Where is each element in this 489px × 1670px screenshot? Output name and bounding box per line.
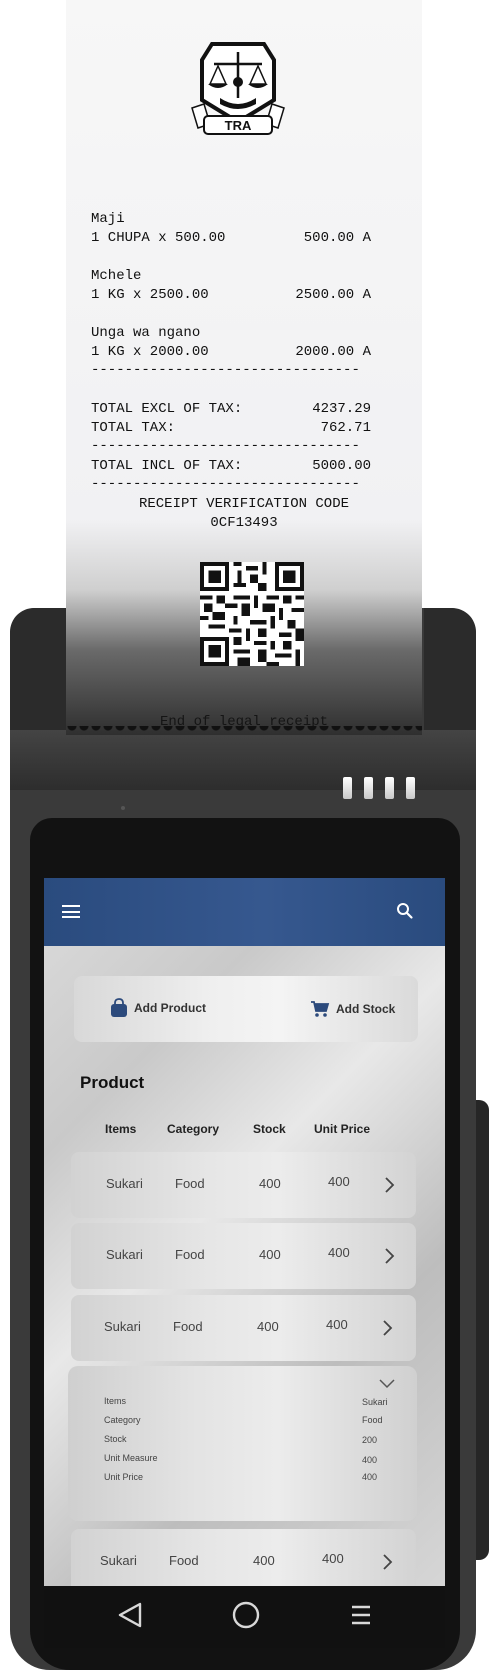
detail-label-items: Items bbox=[104, 1396, 127, 1406]
device-shoulder-left bbox=[10, 608, 68, 738]
chevron-right-icon[interactable] bbox=[382, 1319, 394, 1337]
column-header-items: Items bbox=[105, 1122, 137, 1136]
system-nav-bar bbox=[44, 1586, 445, 1648]
receipt-item-line: 1 KG x 2500.00 2500.00 A bbox=[91, 287, 371, 303]
app-screen: Add Product Add Stock Product Items Cate… bbox=[44, 878, 445, 1586]
recent-apps-icon[interactable] bbox=[346, 1600, 376, 1630]
chevron-right-icon[interactable] bbox=[382, 1553, 394, 1571]
receipt-item-qty: 1 CHUPA x 500.00 bbox=[91, 230, 226, 246]
svg-text:TRA: TRA bbox=[225, 118, 252, 133]
product-row[interactable]: Sukari Food 400 400 bbox=[71, 1295, 416, 1361]
receipt-item-line: 1 KG x 2000.00 2000.00 A bbox=[91, 344, 371, 360]
column-header-category: Category bbox=[167, 1122, 220, 1136]
detail-value-unit-price: 400 bbox=[362, 1472, 378, 1482]
detail-label-unit-price: Unit Price bbox=[104, 1472, 144, 1482]
row-category: Food bbox=[175, 1247, 205, 1262]
row-item: Sukari bbox=[104, 1319, 141, 1334]
total-excl-label: TOTAL EXCL OF TAX: bbox=[91, 401, 243, 417]
row-item: Sukari bbox=[106, 1247, 143, 1262]
receipt-total-incl: TOTAL INCL OF TAX: 5000.00 bbox=[91, 458, 371, 474]
receipt-item-name: Maji bbox=[91, 211, 125, 227]
verification-code: 0CF13493 bbox=[210, 515, 278, 531]
row-price: 400 bbox=[322, 1551, 344, 1566]
product-row[interactable]: Sukari Food 400 400 bbox=[71, 1529, 416, 1586]
row-price: 400 bbox=[326, 1317, 348, 1332]
home-icon[interactable] bbox=[231, 1600, 261, 1630]
shopping-bag-icon bbox=[111, 998, 127, 1017]
row-category: Food bbox=[173, 1319, 203, 1334]
column-header-unit-price: Unit Price bbox=[314, 1122, 371, 1136]
sensor-bar bbox=[385, 777, 394, 799]
total-tax-label: TOTAL TAX: bbox=[91, 420, 176, 436]
sensor-bar bbox=[364, 777, 373, 799]
column-header-stock: Stock bbox=[253, 1122, 286, 1136]
detail-value-unit-measure: 400 bbox=[362, 1455, 378, 1465]
receipt-item-qty: 1 KG x 2500.00 bbox=[91, 287, 209, 303]
chevron-right-icon[interactable] bbox=[384, 1176, 396, 1194]
detail-value-items: Sukari bbox=[362, 1397, 388, 1407]
receipt-divider: -------------------------------- bbox=[91, 362, 360, 378]
app-bar bbox=[44, 878, 445, 946]
device-shoulder-right bbox=[424, 608, 476, 738]
row-item: Sukari bbox=[100, 1553, 137, 1568]
total-incl-label: TOTAL INCL OF TAX: bbox=[91, 458, 243, 474]
tra-logo: TRA bbox=[191, 42, 285, 135]
add-product-label: Add Product bbox=[134, 1001, 206, 1015]
total-tax-value: 762.71 bbox=[320, 420, 371, 436]
menu-icon[interactable] bbox=[62, 905, 80, 918]
detail-value-category: Food bbox=[362, 1415, 383, 1425]
add-stock-label: Add Stock bbox=[336, 1002, 396, 1016]
receipt-total-tax: TOTAL TAX: 762.71 bbox=[91, 420, 371, 436]
receipt-item-total: 2500.00 A bbox=[295, 287, 371, 303]
detail-label-stock: Stock bbox=[104, 1434, 127, 1444]
receipt-item-total: 2000.00 A bbox=[295, 344, 371, 360]
row-stock: 400 bbox=[259, 1247, 281, 1262]
total-excl-value: 4237.29 bbox=[312, 401, 371, 417]
receipt-total-excl: TOTAL EXCL OF TAX: 4237.29 bbox=[91, 401, 371, 417]
product-row[interactable]: Sukari Food 400 400 bbox=[71, 1152, 416, 1218]
chevron-up-icon[interactable] bbox=[378, 1378, 396, 1389]
shopping-cart-icon bbox=[311, 1001, 330, 1017]
row-category: Food bbox=[175, 1176, 205, 1191]
sensor-bar bbox=[406, 777, 415, 799]
row-stock: 400 bbox=[259, 1176, 281, 1191]
sensor-bar bbox=[343, 777, 352, 799]
product-detail-card: Items Category Stock Unit Measure Unit P… bbox=[68, 1366, 417, 1521]
row-category: Food bbox=[169, 1553, 199, 1568]
search-icon[interactable] bbox=[396, 902, 414, 920]
receipt-item-name: Unga wa ngano bbox=[91, 325, 201, 341]
detail-label-category: Category bbox=[104, 1415, 141, 1425]
row-item: Sukari bbox=[106, 1176, 143, 1191]
add-stock-button[interactable]: Add Stock bbox=[310, 1000, 395, 1018]
actions-card: Add Product Add Stock bbox=[74, 976, 418, 1042]
front-camera bbox=[121, 806, 125, 810]
receipt-tear-edge bbox=[66, 726, 422, 736]
receipt-item-total: 500.00 A bbox=[303, 230, 371, 246]
row-stock: 400 bbox=[253, 1553, 275, 1568]
verification-label: RECEIPT VERIFICATION CODE bbox=[138, 496, 350, 512]
side-button bbox=[476, 1100, 489, 1560]
receipt-divider: -------------------------------- bbox=[91, 438, 360, 454]
detail-label-unit-measure: Unit Measure bbox=[104, 1453, 158, 1463]
receipt-item-line: 1 CHUPA x 500.00 500.00 A bbox=[91, 230, 371, 246]
receipt-item-qty: 1 KG x 2000.00 bbox=[91, 344, 209, 360]
chevron-right-icon[interactable] bbox=[384, 1247, 396, 1265]
receipt-divider: -------------------------------- bbox=[91, 476, 360, 492]
product-section-title: Product bbox=[80, 1073, 145, 1092]
receipt-item-name: Mchele bbox=[91, 268, 142, 284]
product-row[interactable]: Sukari Food 400 400 bbox=[71, 1223, 416, 1289]
row-price: 400 bbox=[328, 1245, 350, 1260]
back-icon[interactable] bbox=[116, 1600, 146, 1630]
total-incl-value: 5000.00 bbox=[312, 458, 371, 474]
row-price: 400 bbox=[328, 1174, 350, 1189]
row-stock: 400 bbox=[257, 1319, 279, 1334]
qr-code bbox=[200, 562, 304, 666]
add-product-button[interactable]: Add Product bbox=[110, 998, 206, 1018]
detail-value-stock: 200 bbox=[362, 1435, 378, 1445]
